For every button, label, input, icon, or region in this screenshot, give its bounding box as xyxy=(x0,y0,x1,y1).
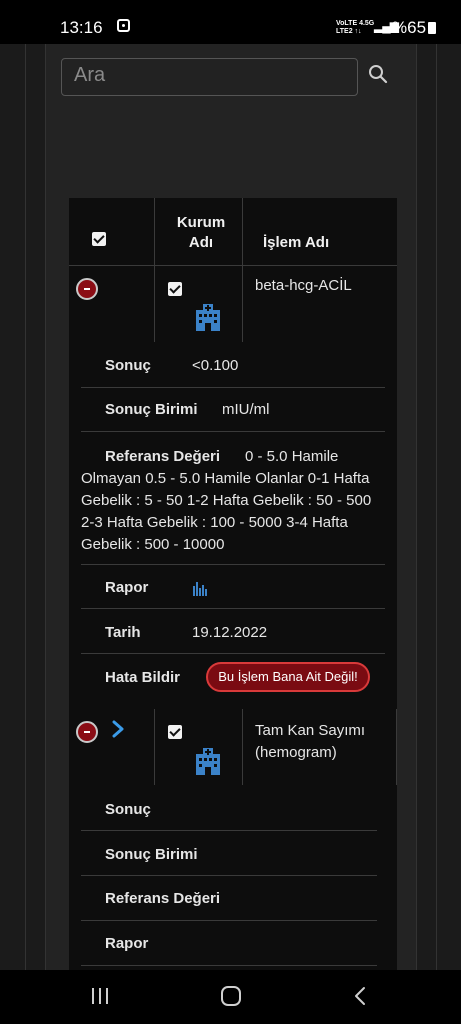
hospital-building-icon xyxy=(196,748,220,775)
battery-icon xyxy=(428,22,436,34)
sonuc-label: Sonuç xyxy=(105,357,151,374)
detail-divider xyxy=(81,653,385,654)
header-kurum-adi: Kurum Adı xyxy=(176,214,226,251)
right-rail xyxy=(416,44,461,970)
search-input[interactable] xyxy=(61,58,358,96)
detail-divider xyxy=(81,830,377,831)
collapse-row-button[interactable] xyxy=(76,721,98,743)
rail-divider xyxy=(25,44,26,970)
network-indicator: VoLTE 4.5G LTE2 ↑↓ xyxy=(336,20,375,35)
row-divider xyxy=(69,265,397,266)
column-divider xyxy=(242,709,243,785)
rapor-label: Rapor xyxy=(105,935,149,952)
left-rail xyxy=(0,44,45,970)
column-divider xyxy=(396,709,397,785)
hata-label: Hata Bildir xyxy=(105,669,181,686)
header-islem-adi: İşlem Adı xyxy=(263,234,330,251)
collapse-row-button[interactable] xyxy=(76,278,98,300)
report-error-button[interactable]: Bu İşlem Bana Ait Değil! xyxy=(206,662,370,692)
row-checkbox[interactable] xyxy=(168,725,182,739)
birim-label: Sonuç Birimi xyxy=(105,846,198,863)
detail-divider xyxy=(81,564,385,565)
status-time: 13:16 xyxy=(60,18,103,37)
recent-apps-icon[interactable] xyxy=(90,986,110,1006)
battery-percent: %65 xyxy=(392,18,427,37)
referans-label: Referans Değeri xyxy=(105,890,221,907)
home-icon[interactable] xyxy=(220,985,242,1007)
detail-divider xyxy=(81,920,377,921)
tarih-value: 19.12.2022 xyxy=(192,624,268,641)
detail-divider xyxy=(81,387,385,388)
detail-divider xyxy=(81,431,385,432)
rapor-label: Rapor xyxy=(105,579,149,596)
notification-icon xyxy=(117,19,130,32)
column-divider xyxy=(154,198,155,342)
search-placeholder: Ara xyxy=(74,64,106,86)
tarih-label: Tarih xyxy=(105,624,141,641)
hospital-building-icon xyxy=(196,304,220,331)
islem-name: beta-hcg-ACİL xyxy=(255,277,352,294)
referans-label: Referans Değeri xyxy=(105,448,221,465)
search-icon[interactable] xyxy=(368,64,388,84)
column-divider xyxy=(242,198,243,342)
row-checkbox[interactable] xyxy=(168,282,182,296)
islem-name: Tam Kan Sayımı (hemogram) xyxy=(255,722,366,761)
detail-divider xyxy=(81,608,385,609)
sonuc-label: Sonuç xyxy=(105,801,151,818)
back-icon[interactable] xyxy=(352,986,368,1006)
rail-divider xyxy=(436,44,437,970)
column-divider xyxy=(154,709,155,785)
bar-chart-icon[interactable] xyxy=(192,580,208,596)
birim-value: mIU/ml xyxy=(222,401,270,418)
referans-block: Referans Değeri 0 - 5.0 Hamile Olmayan 0.… xyxy=(81,446,386,556)
detail-divider xyxy=(81,965,377,966)
rail-divider xyxy=(416,44,417,970)
chevron-right-icon[interactable] xyxy=(111,720,125,738)
detail-divider xyxy=(81,875,377,876)
sonuc-value: <0.100 xyxy=(192,357,239,374)
birim-label: Sonuç Birimi xyxy=(105,401,198,418)
select-all-checkbox[interactable] xyxy=(92,232,106,246)
